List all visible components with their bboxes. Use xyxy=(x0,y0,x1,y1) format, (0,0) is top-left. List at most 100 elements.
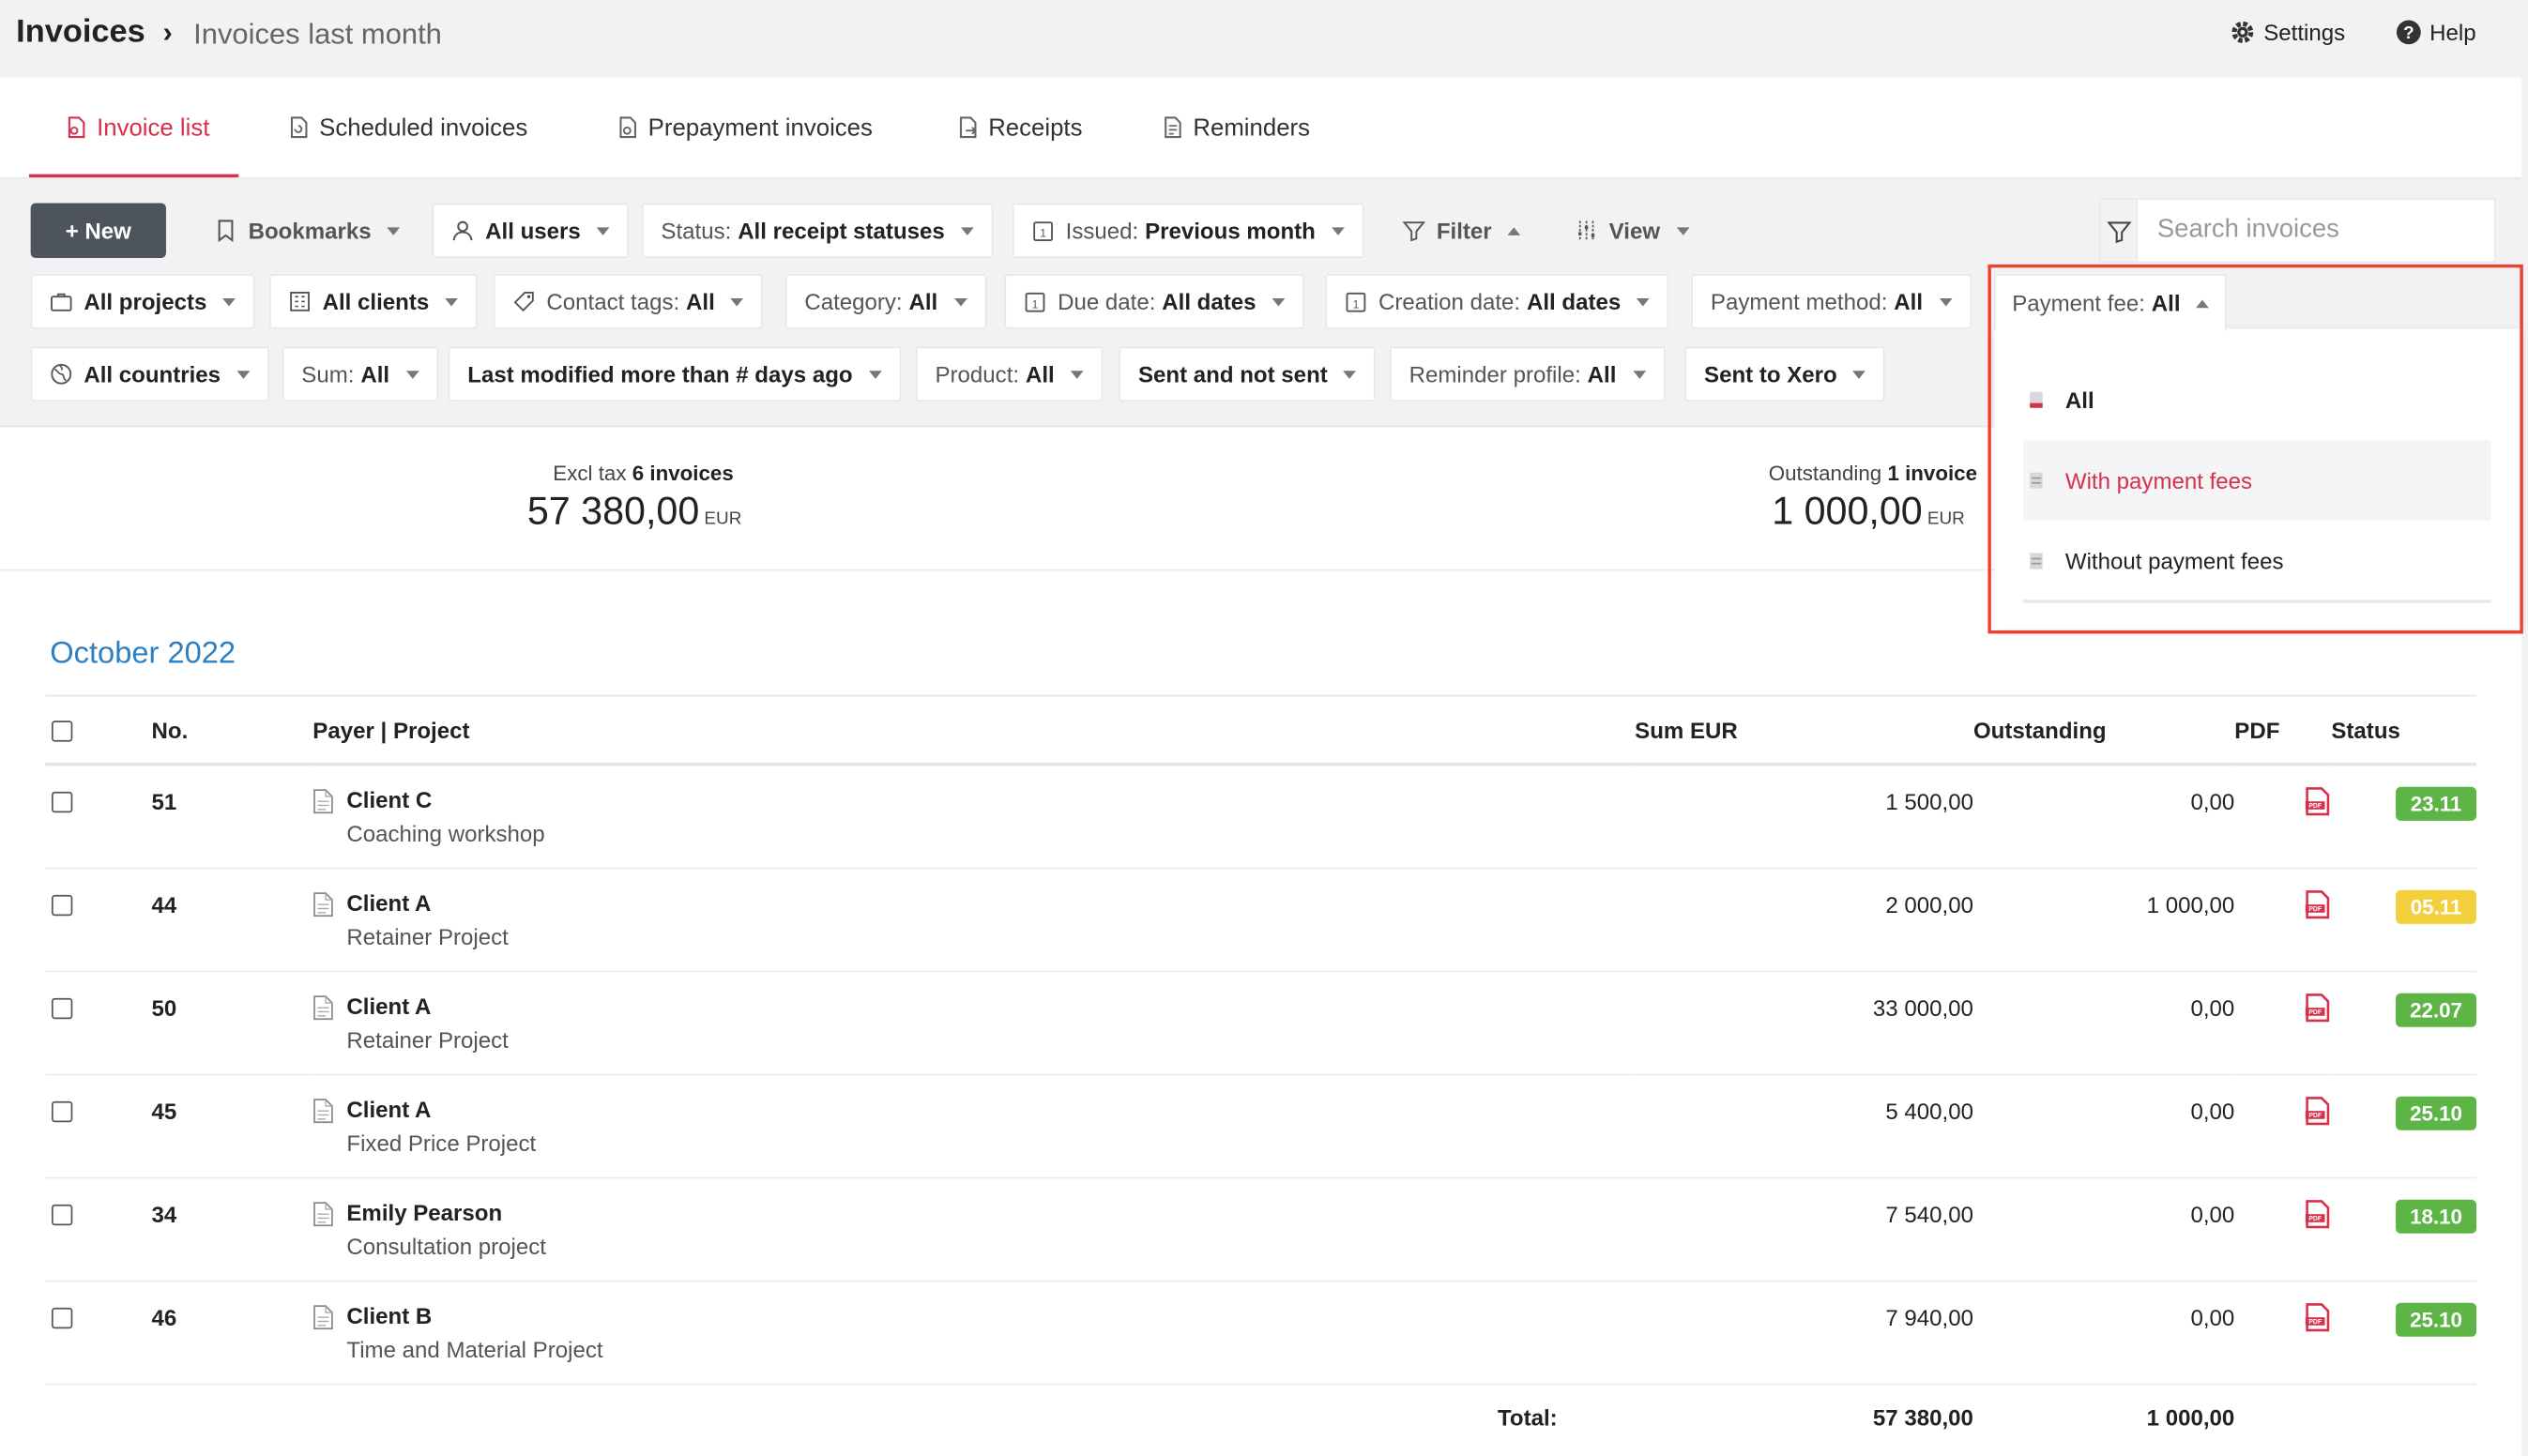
search-input[interactable] xyxy=(2138,200,2494,262)
issued-filter[interactable]: 1 Issued: Previous month xyxy=(1012,203,1364,258)
creation-date-filter[interactable]: 1 Creation date: All dates xyxy=(1325,274,1669,329)
table-row[interactable]: 46 Client B Time and Material Project 7 940… xyxy=(45,1281,2477,1386)
help-button[interactable]: ? Help xyxy=(2396,20,2476,45)
category-filter[interactable]: Category: All xyxy=(784,274,986,329)
due-date-filter[interactable]: 1 Due date: All dates xyxy=(1004,274,1305,329)
view-menu-button[interactable]: View xyxy=(1556,204,1709,258)
sum-filter[interactable]: Sum: All xyxy=(282,346,438,402)
search-filter-button[interactable] xyxy=(2100,200,2139,262)
pdf-download-button[interactable]: PDF xyxy=(2234,766,2331,820)
invoice-number[interactable]: 34 xyxy=(152,1178,313,1226)
payer-cell[interactable]: Client A Retainer Project xyxy=(312,972,1635,1053)
row-checkbox[interactable] xyxy=(51,1204,73,1226)
projects-filter[interactable]: All projects xyxy=(30,274,255,329)
product-filter[interactable]: Product: All xyxy=(915,346,1104,402)
row-checkbox[interactable] xyxy=(51,894,73,917)
table-row[interactable]: 34 Emily Pearson Consultation project 7 540… xyxy=(45,1177,2477,1282)
funnel-icon xyxy=(2106,220,2131,243)
pdf-download-button[interactable]: PDF xyxy=(2234,1075,2331,1130)
chevron-down-icon xyxy=(596,226,610,235)
payer-name[interactable]: Client B xyxy=(346,1303,602,1328)
status-value: All receipt statuses xyxy=(738,218,945,244)
payer-cell[interactable]: Client A Fixed Price Project xyxy=(312,1075,1635,1156)
invoice-number[interactable]: 50 xyxy=(152,972,313,1020)
payer-name[interactable]: Client A xyxy=(346,890,508,916)
month-divider xyxy=(45,694,2477,697)
pdf-download-button[interactable]: PDF xyxy=(2234,1282,2331,1336)
status-badge[interactable]: 22.07 xyxy=(2396,993,2477,1027)
invoice-number[interactable]: 46 xyxy=(152,1282,313,1329)
invoice-number[interactable]: 44 xyxy=(152,869,313,917)
xero-filter[interactable]: Sent to Xero xyxy=(1684,346,1886,402)
bookmarks-dropdown[interactable]: Bookmarks xyxy=(195,204,419,258)
status-badge[interactable]: 25.10 xyxy=(2396,1302,2477,1337)
outstanding-summary: Outstanding 1 invoice 1 000,00 EUR xyxy=(1769,462,1977,536)
search-box xyxy=(2098,198,2496,264)
table-row[interactable]: 44 Client A Retainer Project 2 000,00 1 000,… xyxy=(45,868,2477,973)
payer-name[interactable]: Client A xyxy=(346,1097,536,1122)
option-label: With payment fees xyxy=(2064,467,2253,493)
pdf-download-button[interactable]: PDF xyxy=(2234,1178,2331,1233)
document-icon xyxy=(313,995,333,1021)
tab-invoice-list[interactable]: Invoice list xyxy=(28,77,239,178)
column-status[interactable]: Status xyxy=(2331,698,2477,766)
payer-name[interactable]: Client A xyxy=(346,993,508,1019)
status-filter[interactable]: Status: All receipt statuses xyxy=(641,203,994,258)
row-checkbox[interactable] xyxy=(51,1307,73,1329)
payer-cell[interactable]: Client B Time and Material Project xyxy=(312,1282,1635,1362)
settings-button[interactable]: Settings xyxy=(2230,20,2345,45)
tab-scheduled-invoices[interactable]: Scheduled invoices xyxy=(287,77,527,177)
select-all-checkbox[interactable] xyxy=(51,720,73,742)
table-row[interactable]: 51 Client C Coaching workshop 1 500,00 0,00 P… xyxy=(45,764,2477,870)
tab-prepayment-invoices[interactable]: Prepayment invoices xyxy=(616,77,873,177)
row-checkbox[interactable] xyxy=(51,997,73,1020)
table-row[interactable]: 45 Client A Fixed Price Project 5 400,00 0,0… xyxy=(45,1074,2477,1179)
pdf-icon: PDF xyxy=(2305,1200,2330,1229)
outstanding-value: 0,00 xyxy=(2190,1098,2235,1124)
clients-filter[interactable]: All clients xyxy=(268,274,478,329)
outstanding-currency: EUR xyxy=(1926,509,1965,529)
column-no[interactable]: No. xyxy=(151,698,313,766)
new-invoice-button[interactable]: + New xyxy=(30,203,166,258)
chevron-down-icon xyxy=(1852,370,1866,379)
payment-fee-option-all[interactable]: All xyxy=(2023,359,2490,440)
filter-menu-button[interactable]: Filter xyxy=(1383,204,1540,258)
payer-cell[interactable]: Emily Pearson Consultation project xyxy=(312,1178,1635,1259)
pdf-download-button[interactable]: PDF xyxy=(2234,972,2331,1026)
users-label: All users xyxy=(485,218,581,244)
row-checkbox[interactable] xyxy=(51,791,73,813)
reminder-profile-filter[interactable]: Reminder profile: All xyxy=(1390,346,1665,402)
payer-name[interactable]: Emily Pearson xyxy=(346,1200,546,1225)
project-name: Retainer Project xyxy=(346,1026,509,1054)
outstanding-total: 1 000,00 EUR xyxy=(1769,490,1977,535)
contact-tags-filter[interactable]: Contact tags: All xyxy=(493,274,764,329)
sent-filter[interactable]: Sent and not sent xyxy=(1119,346,1377,402)
status-badge[interactable]: 25.10 xyxy=(2396,1096,2477,1130)
payer-cell[interactable]: Client C Coaching workshop xyxy=(312,766,1635,846)
status-badge[interactable]: 05.11 xyxy=(2396,889,2477,924)
column-outstanding[interactable]: Outstanding xyxy=(1972,698,2235,766)
users-filter[interactable]: All users xyxy=(432,203,630,258)
column-sum[interactable]: Sum EUR xyxy=(1635,698,1973,766)
invoice-number[interactable]: 45 xyxy=(152,1075,313,1123)
status-badge[interactable]: 18.10 xyxy=(2396,1199,2477,1234)
payer-cell[interactable]: Client A Retainer Project xyxy=(312,869,1635,949)
tab-reminders[interactable]: Reminders xyxy=(1161,77,1310,177)
column-payer[interactable]: Payer | Project xyxy=(312,698,1636,766)
row-checkbox[interactable] xyxy=(51,1100,73,1123)
payment-fee-option-with-fees[interactable]: With payment fees xyxy=(2023,440,2491,522)
pdf-icon: PDF xyxy=(2305,1303,2330,1332)
table-row[interactable]: 50 Client A Retainer Project 33 000,00 0,00 P… xyxy=(45,971,2477,1076)
payment-method-value: All xyxy=(1894,288,1924,315)
payment-method-filter[interactable]: Payment method: All xyxy=(1691,274,1972,329)
payment-fee-filter[interactable]: Payment fee: All xyxy=(1994,274,2228,331)
payment-fee-option-without-fees[interactable]: Without payment fees xyxy=(2023,521,2490,601)
payer-name[interactable]: Client C xyxy=(346,787,544,812)
pdf-download-button[interactable]: PDF xyxy=(2234,869,2331,923)
column-pdf: PDF xyxy=(2234,698,2332,766)
last-modified-filter[interactable]: Last modified more than # days ago xyxy=(448,346,902,402)
status-badge[interactable]: 23.11 xyxy=(2396,786,2477,821)
invoice-number[interactable]: 51 xyxy=(152,766,313,813)
tab-receipts[interactable]: Receipts xyxy=(956,77,1082,177)
countries-filter[interactable]: All countries xyxy=(30,346,269,402)
